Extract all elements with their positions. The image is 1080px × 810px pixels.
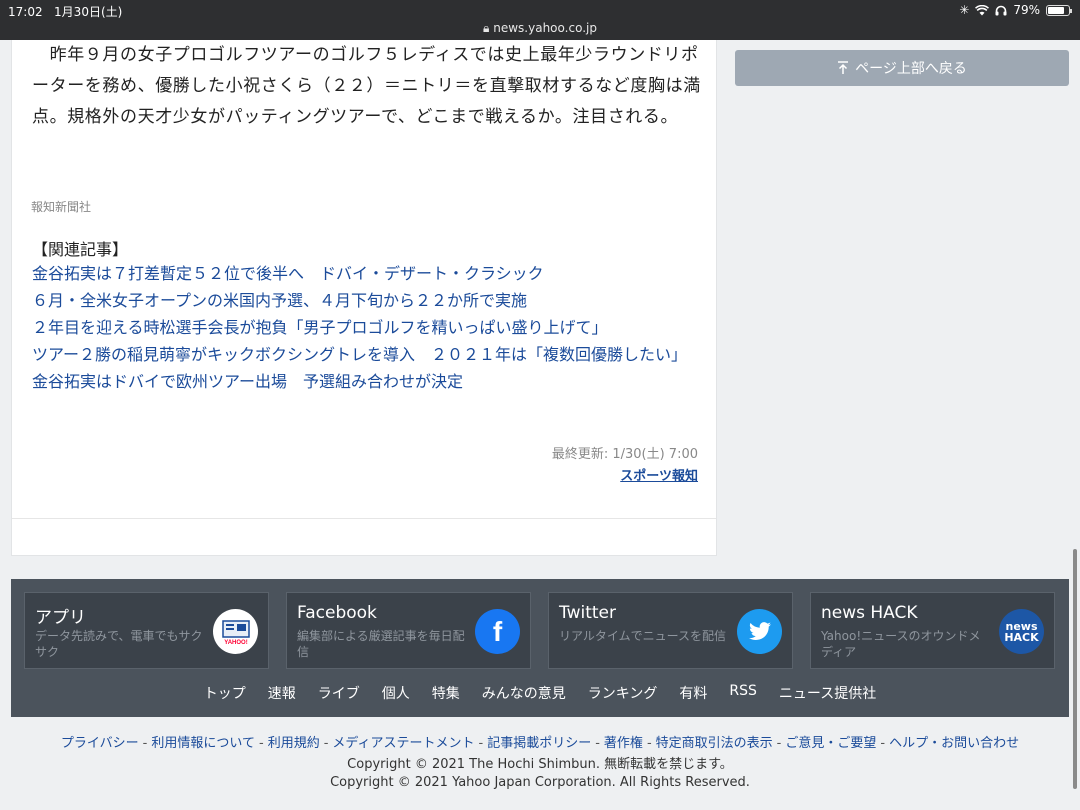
copyright-hochi: Copyright © 2021 The Hochi Shimbun. 無断転載… <box>347 757 733 772</box>
list-item: 金谷拓実はドバイで欧州ツアー出場 予選組み合わせが決定 <box>32 368 702 395</box>
arrow-up-icon <box>838 61 849 74</box>
app-promo-card[interactable]: アプリ データ先読みで、電車でもサクサク YAHOO! <box>24 592 269 669</box>
legal-link-privacy[interactable]: プライバシー <box>61 736 139 751</box>
facebook-promo-card[interactable]: Facebook 編集部による厳選記事を毎日配信 f <box>286 592 531 669</box>
related-link[interactable]: ２年目を迎える時松選手会長が抱負「男子プロゴルフを精いっぱい盛り上げて」 <box>32 318 608 337</box>
footer: アプリ データ先読みで、電車でもサクサク YAHOO! Facebook 編集部… <box>11 579 1069 717</box>
last-updated: 最終更新: 1/30(土) 7:00 <box>551 447 698 462</box>
facebook-card-title: Facebook <box>297 603 377 623</box>
legal-link-commerce-act[interactable]: 特定商取引法の表示 <box>656 736 773 751</box>
legal-link-copyright[interactable]: 著作権 <box>604 736 643 751</box>
app-card-desc: データ先読みで、電車でもサクサク <box>35 629 203 659</box>
footer-nav-individual[interactable]: 個人 <box>382 683 410 703</box>
article-source: 報知新聞社 <box>31 200 92 214</box>
legal-link-feedback[interactable]: ご意見・ご要望 <box>785 736 876 751</box>
footer-nav-providers[interactable]: ニュース提供社 <box>779 683 876 703</box>
list-item: 金谷拓実は７打差暫定５２位で後半へ ドバイ・デザート・クラシック <box>32 260 702 287</box>
news-hack-icon: news HACK <box>999 609 1044 654</box>
article-body: 昨年９月の女子プロゴルフツアーのゴルフ５レディスでは史上最年少ラウンドリポーター… <box>32 45 701 127</box>
list-item: ２年目を迎える時松選手会長が抱負「男子プロゴルフを精いっぱい盛り上げて」 <box>32 314 702 341</box>
publisher-link[interactable]: スポーツ報知 <box>620 465 698 484</box>
news-hack-glyph-top: news <box>1005 619 1038 633</box>
loading-icon: ✳ <box>959 3 970 17</box>
news-hack-glyph-bottom: HACK <box>1004 630 1039 644</box>
legal-link-media-statement[interactable]: メディアステートメント <box>332 736 474 751</box>
lock-icon: 🔒︎ <box>483 21 490 35</box>
article-card: 昨年９月の女子プロゴルフツアーのゴルフ５レディスでは史上最年少ラウンドリポーター… <box>11 40 717 556</box>
footer-nav-live[interactable]: ライブ <box>318 683 360 703</box>
facebook-card-desc: 編集部による厳選記事を毎日配信 <box>297 629 465 659</box>
headphones-icon <box>995 5 1007 15</box>
news-hack-card-title: news HACK <box>821 603 918 623</box>
list-item: ６月・全米女子オープンの米国内予選、４月下旬から２２か所で実施 <box>32 287 702 314</box>
list-item: ツアー２勝の稲見萌寧がキックボクシングトレを導入 ２０２１年は「複数回優勝したい… <box>32 341 702 368</box>
twitter-card-title: Twitter <box>559 603 616 623</box>
address-bar[interactable]: 🔒︎ news.yahoo.co.jp <box>0 21 1080 36</box>
related-link[interactable]: ツアー２勝の稲見萌寧がキックボクシングトレを導入 ２０２１年は「複数回優勝したい… <box>32 345 687 364</box>
app-card-title: アプリ <box>35 608 86 628</box>
legal-link-article-policy[interactable]: 記事掲載ポリシー <box>487 736 591 751</box>
footer-nav-ranking[interactable]: ランキング <box>588 683 658 703</box>
legal-link-usage-info[interactable]: 利用情報について <box>151 736 255 751</box>
twitter-card-desc: リアルタイムでニュースを配信 <box>559 629 727 643</box>
related-articles: 金谷拓実は７打差暫定５２位で後半へ ドバイ・デザート・クラシック ６月・全米女子… <box>32 260 702 395</box>
footer-nav-breaking[interactable]: 速報 <box>268 683 296 703</box>
news-hack-card-desc: Yahoo!ニュースのオウンドメディア <box>821 629 981 659</box>
facebook-icon: f <box>475 609 520 654</box>
legal-link-help[interactable]: ヘルプ・お問い合わせ <box>889 736 1019 751</box>
legal-links: プライバシー - 利用情報について - 利用規約 - メディアステートメント - 記事掲載ポリシ… <box>60 736 1020 751</box>
footer-nav-features[interactable]: 特集 <box>432 683 460 703</box>
battery-icon <box>1046 4 1072 16</box>
status-indicators: ✳ 79% <box>959 3 1072 17</box>
related-link[interactable]: ６月・全米女子オープンの米国内予選、４月下旬から２２か所で実施 <box>32 291 527 310</box>
legal-link-terms[interactable]: 利用規約 <box>268 736 320 751</box>
back-to-top-button[interactable]: ページ上部へ戻る <box>735 50 1069 86</box>
url-text: news.yahoo.co.jp <box>493 21 597 35</box>
related-link[interactable]: 金谷拓実は７打差暫定５２位で後半へ ドバイ・デザート・クラシック <box>32 264 544 283</box>
divider <box>12 518 716 519</box>
copyright-yahoo: Copyright © 2021 Yahoo Japan Corporation… <box>330 775 750 790</box>
news-hack-promo-card[interactable]: news HACK Yahoo!ニュースのオウンドメディア news HACK <box>810 592 1055 669</box>
related-link[interactable]: 金谷拓実はドバイで欧州ツアー出場 予選組み合わせが決定 <box>32 372 463 391</box>
status-date: 1月30日(土) <box>54 5 123 19</box>
yahoo-app-icon: YAHOO! <box>213 609 258 654</box>
status-time: 17:02 1月30日(土) <box>8 5 123 19</box>
footer-nav-rss[interactable]: RSS <box>729 683 757 703</box>
back-to-top-label: ページ上部へ戻る <box>855 61 967 77</box>
footer-app-links: アプリ データ先読みで、電車でもサクサク YAHOO! Facebook 編集部… <box>24 592 1055 669</box>
battery-percent: 79% <box>1013 3 1040 17</box>
twitter-icon <box>737 609 782 654</box>
footer-nav-opinions[interactable]: みんなの意見 <box>482 683 566 703</box>
footer-nav-paid[interactable]: 有料 <box>679 683 707 703</box>
svg-text:YAHOO!: YAHOO! <box>224 640 247 645</box>
footer-nav: トップ 速報 ライブ 個人 特集 みんなの意見 ランキング 有料 RSS ニュー… <box>11 683 1069 703</box>
related-heading: 【関連記事】 <box>32 240 129 259</box>
twitter-promo-card[interactable]: Twitter リアルタイムでニュースを配信 <box>548 592 793 669</box>
status-bar: 17:02 1月30日(土) 🔒︎ news.yahoo.co.jp ✳ 79% <box>0 0 1080 40</box>
wifi-icon <box>975 4 990 15</box>
footer-nav-top[interactable]: トップ <box>204 683 246 703</box>
